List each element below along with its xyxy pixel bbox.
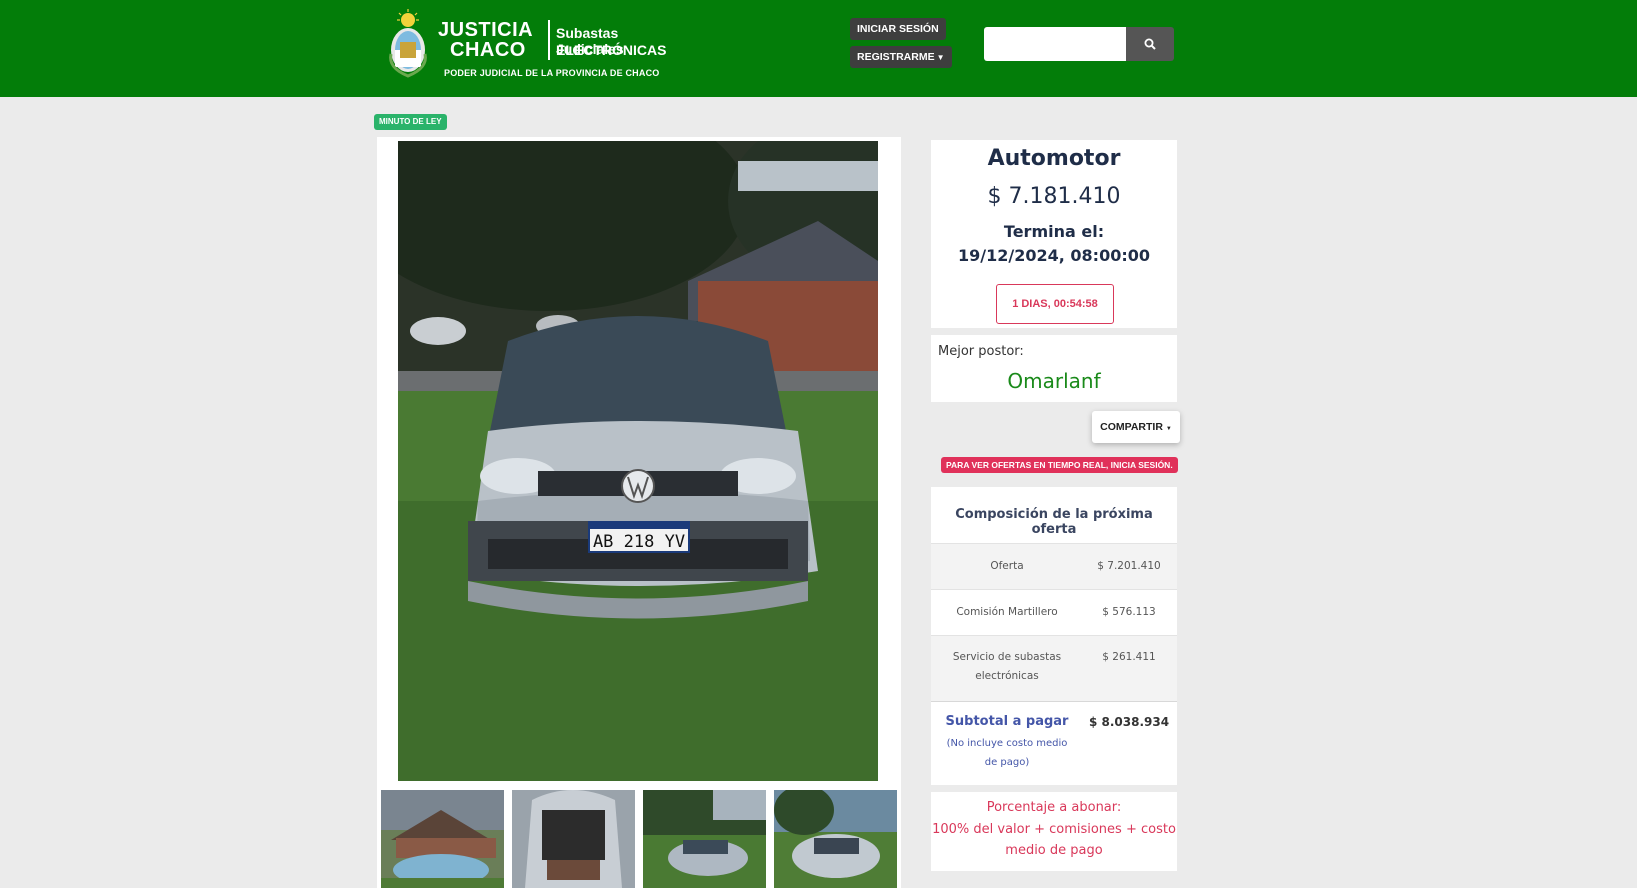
caret-down-icon: ▼ [936, 53, 945, 62]
payment-percentage-card: Porcentaje a abonar: 100% del valor + co… [931, 792, 1177, 871]
percentage-line-2: 100% del valor + comisiones + costo [932, 822, 1176, 837]
search-input[interactable] [984, 27, 1126, 61]
minuto-de-ley-badge: MINUTO DE LEY [374, 114, 447, 130]
share-label: COMPARTIR [1100, 421, 1163, 433]
province-emblem-icon [389, 9, 427, 78]
thumbnail-1[interactable] [381, 790, 504, 888]
next-offer-composition-card: Composición de la próxima oferta Oferta … [931, 487, 1177, 785]
row-label-offer: Oferta [990, 560, 1024, 572]
subtotal-row: Subtotal a pagar (No incluye costo medio… [931, 701, 1177, 785]
login-button[interactable]: INICIAR SESIÓN [850, 18, 946, 40]
current-price: $ 7.181.410 [987, 184, 1121, 209]
row-value-commission: $ 576.113 [1102, 606, 1156, 618]
subtotal-value: $ 8.038.934 [1088, 715, 1170, 729]
brand-poder-judicial: PODER JUDICIAL DE LA PROVINCIA DE CHACO [444, 68, 660, 78]
register-dropdown-button[interactable]: REGISTRARME ▼ [850, 46, 952, 68]
subtotal-note-1: (No incluye costo medio [946, 738, 1068, 749]
subtotal-note-2: de pago) [984, 757, 1030, 768]
license-plate-text: AB 218 YV [593, 532, 685, 552]
percentage-line-1: Porcentaje a abonar: [986, 800, 1122, 815]
thumbnail-3[interactable] [643, 790, 766, 888]
image-gallery: AB 218 YV [377, 137, 901, 888]
row-label-service-2: electrónicas [975, 670, 1039, 682]
ends-date: 19/12/2024, 08:00:00 [958, 246, 1150, 265]
subtotal-label: Subtotal a pagar [945, 714, 1069, 729]
realtime-login-notice: PARA VER OFERTAS EN TIEMPO REAL, INICIA … [941, 457, 1178, 473]
percentage-line-3: medio de pago [1005, 843, 1103, 858]
best-bidder-card: Mejor postor: Omarlanf [931, 335, 1177, 402]
brand-divider [548, 20, 550, 60]
row-label-service-1: Servicio de subastas [952, 651, 1062, 663]
row-value-offer: $ 7.201.410 [1097, 560, 1161, 572]
search-button[interactable] [1126, 27, 1174, 61]
thumbnail-2[interactable] [512, 790, 635, 888]
thumbnail-4[interactable] [774, 790, 897, 888]
site-logo[interactable]: JUSTICIA CHACO Subastas Judiciales ELECT… [386, 8, 686, 84]
table-row: Servicio de subastas electrónicas $ 261.… [931, 635, 1177, 701]
brand-justicia: JUSTICIA [438, 19, 534, 41]
countdown-timer: 1 DIAS, 00:54:58 [996, 284, 1114, 324]
register-label: REGISTRARME [857, 51, 935, 63]
auction-category: Automotor [987, 146, 1121, 171]
caret-down-icon: ▼ [1165, 426, 1172, 432]
main-vehicle-photo[interactable]: AB 218 YV [398, 141, 878, 781]
best-bidder-name: Omarlanf [1007, 369, 1101, 393]
share-dropdown-button[interactable]: COMPARTIR ▼ [1092, 411, 1180, 443]
best-bidder-label: Mejor postor: [938, 344, 1024, 359]
car-photo-image: AB 218 YV [398, 141, 878, 781]
search-icon [1144, 38, 1156, 50]
login-label: INICIAR SESIÓN [857, 23, 939, 35]
brand-electronicas: ELECTRÓNICAS [556, 42, 667, 58]
composition-title: Composición de la próxima oferta [955, 507, 1153, 537]
site-header: JUSTICIA CHACO Subastas Judiciales ELECT… [0, 0, 1637, 97]
row-label-commission: Comisión Martillero [956, 606, 1058, 618]
auction-summary-card: Automotor $ 7.181.410 Termina el: 19/12/… [931, 140, 1177, 328]
table-row: Oferta $ 7.201.410 [931, 543, 1177, 589]
row-value-service: $ 261.411 [1102, 651, 1156, 663]
ends-label: Termina el: [1003, 222, 1105, 241]
brand-chaco: CHACO [450, 39, 526, 61]
table-row: Comisión Martillero $ 576.113 [931, 589, 1177, 635]
